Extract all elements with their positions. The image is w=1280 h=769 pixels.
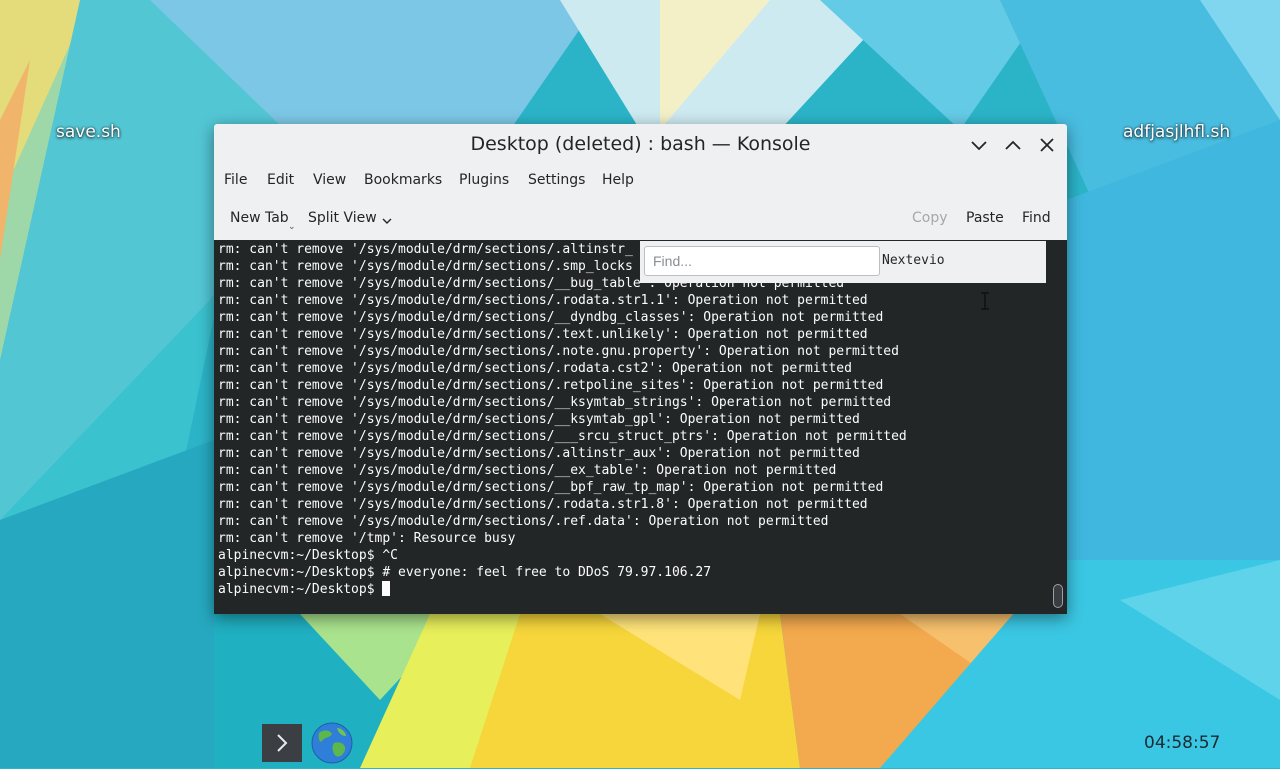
terminal-line: rm: can't remove '/sys/module/drm/sectio…	[218, 429, 907, 444]
terminal-line: rm: can't remove '/sys/module/drm/sectio…	[218, 327, 868, 342]
terminal-cursor	[382, 581, 391, 596]
terminal-line: rm: can't remove '/tmp': Resource busy	[218, 531, 516, 546]
terminal-line: rm: can't remove '/sys/module/drm/sectio…	[218, 514, 829, 529]
terminal-line: alpinecvm:~/Desktop$ ^C	[218, 548, 399, 563]
menu-settings[interactable]: Settings	[528, 172, 585, 188]
new-tab-button[interactable]: New Tab	[230, 210, 289, 226]
window-title: Desktop (deleted) : bash — Konsole	[470, 133, 811, 155]
toolbar: New Tab ⌄ Split View Copy Paste Find	[214, 202, 1067, 234]
terminal-line: rm: can't remove '/sys/module/drm/sectio…	[218, 344, 899, 359]
menu-help[interactable]: Help	[602, 172, 634, 188]
close-icon	[1040, 138, 1054, 152]
terminal-line: rm: can't remove '/sys/module/drm/sectio…	[218, 480, 884, 495]
find-bar-text: Nextevio	[882, 253, 945, 268]
titlebar[interactable]: Desktop (deleted) : bash — Konsole	[214, 124, 1067, 166]
menu-plugins[interactable]: Plugins	[459, 172, 509, 188]
scrollbar-handle[interactable]	[1053, 584, 1063, 608]
terminal-view[interactable]: rm: can't remove '/sys/module/drm/sectio…	[214, 240, 1067, 614]
globe-icon	[311, 722, 353, 764]
find-input[interactable]	[644, 246, 880, 276]
terminal-output: rm: can't remove '/sys/module/drm/sectio…	[218, 241, 907, 598]
terminal-line: rm: can't remove '/sys/module/drm/sectio…	[218, 361, 852, 376]
find-button[interactable]: Find	[1022, 210, 1051, 226]
terminal-line: rm: can't remove '/sys/module/drm/sectio…	[218, 497, 868, 512]
launcher-button[interactable]	[262, 724, 302, 762]
desktop-icon-save-sh[interactable]: save.sh	[56, 122, 121, 142]
desktop-icon-label: adfjasjlhfl.sh	[1123, 122, 1231, 142]
terminal-prompt-line: alpinecvm:~/Desktop$	[218, 581, 907, 598]
find-bar: Nextevio	[640, 241, 1046, 283]
konsole-window: Desktop (deleted) : bash — Konsole File …	[214, 124, 1067, 614]
terminal-line: rm: can't remove '/sys/module/drm/sectio…	[218, 293, 868, 308]
menu-view[interactable]: View	[313, 172, 346, 188]
chevron-down-icon	[971, 141, 987, 151]
menu-file[interactable]: File	[224, 172, 247, 188]
chevron-down-icon[interactable]	[381, 212, 393, 231]
menu-bookmarks[interactable]: Bookmarks	[364, 172, 442, 188]
menu-edit[interactable]: Edit	[267, 172, 294, 188]
dropdown-arrow-icon: ⌄	[288, 222, 296, 232]
terminal-line: rm: can't remove '/sys/module/drm/sectio…	[218, 310, 884, 325]
chevron-right-icon	[277, 734, 288, 752]
terminal-prompt: alpinecvm:~/Desktop$	[218, 582, 383, 597]
clock: 04:58:57	[1144, 733, 1221, 753]
terminal-line: rm: can't remove '/sys/module/drm/sectio…	[218, 395, 892, 410]
terminal-line: rm: can't remove '/sys/module/drm/sectio…	[218, 463, 837, 478]
chevron-up-icon	[1005, 140, 1021, 150]
terminal-line: rm: can't remove '/sys/module/drm/sectio…	[218, 412, 860, 427]
maximize-button[interactable]	[1002, 134, 1024, 156]
close-button[interactable]	[1036, 134, 1058, 156]
desktop-icon-label: save.sh	[56, 122, 121, 142]
paste-button[interactable]: Paste	[966, 210, 1004, 226]
split-view-button[interactable]: Split View	[308, 210, 377, 226]
minimize-button[interactable]	[968, 134, 990, 156]
browser-launcher[interactable]	[310, 721, 354, 765]
menubar: File Edit View Bookmarks Plugins Setting…	[214, 166, 1067, 196]
terminal-line: rm: can't remove '/sys/module/drm/sectio…	[218, 446, 860, 461]
copy-button[interactable]: Copy	[912, 210, 948, 226]
terminal-line: rm: can't remove '/sys/module/drm/sectio…	[218, 378, 884, 393]
desktop-icon-adfjasjlhfl-sh[interactable]: adfjasjlhfl.sh	[1123, 122, 1230, 142]
terminal-line: alpinecvm:~/Desktop$ # everyone: feel fr…	[218, 565, 712, 580]
text-cursor-icon	[980, 291, 990, 315]
